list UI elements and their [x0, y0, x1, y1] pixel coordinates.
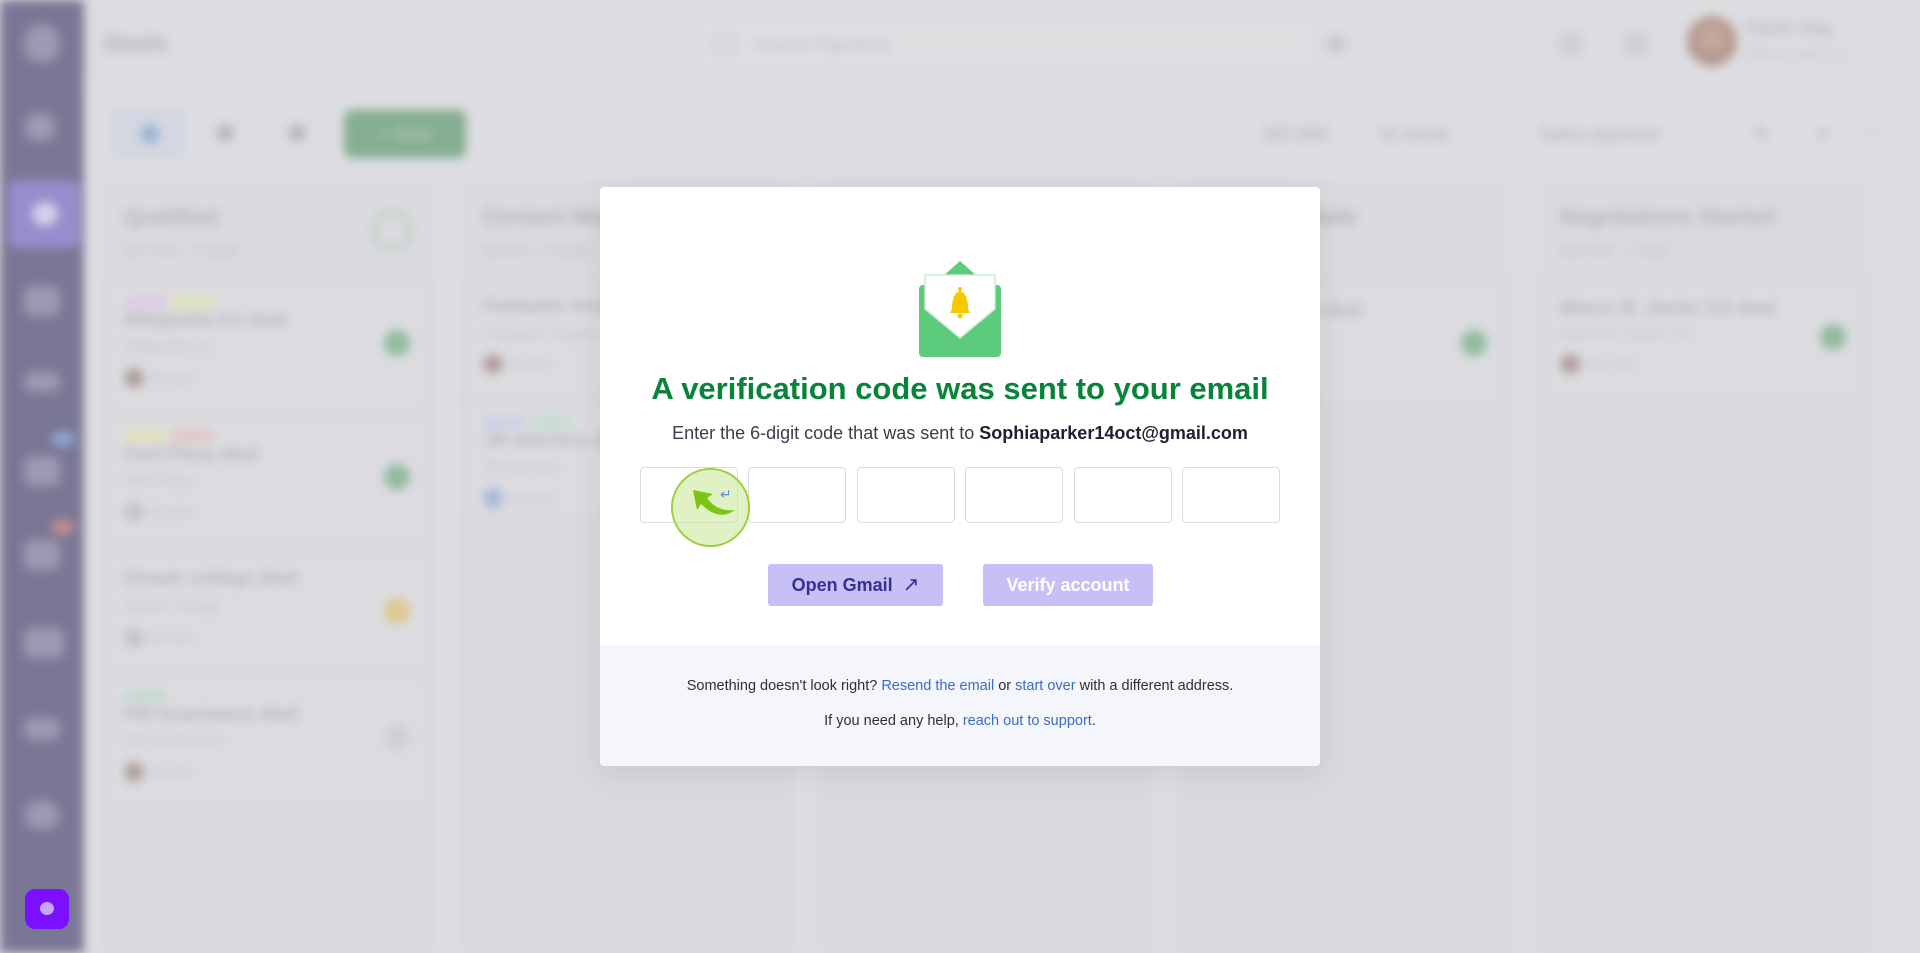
resend-email-link[interactable]: Resend the email	[881, 678, 994, 694]
code-digit-6-input[interactable]	[1181, 467, 1280, 523]
start-over-link[interactable]: start over	[1015, 678, 1075, 694]
code-digit-4-input[interactable]	[965, 467, 1064, 523]
modal-subtitle: Enter the 6-digit code that was sent to …	[600, 423, 1320, 444]
modal-actions: Open Gmail ↗ Verify account	[600, 564, 1320, 606]
footer-text: or	[998, 678, 1012, 694]
footer-line-1: Something doesn't look right? Resend the…	[600, 678, 1320, 694]
envelope-bell-icon	[900, 253, 1020, 368]
footer-text: .	[1091, 713, 1096, 729]
code-digit-2-input[interactable]	[748, 467, 847, 523]
footer-line-2: If you need any help, reach out to suppo…	[600, 713, 1320, 729]
enter-key-icon: ↵	[720, 486, 732, 502]
help-chat-widget[interactable]	[25, 889, 69, 929]
footer-text: with a different address.	[1079, 678, 1234, 694]
code-digit-5-input[interactable]	[1073, 467, 1172, 523]
recipient-email: Sophiaparker14oct@gmail.com	[979, 423, 1248, 443]
external-arrow-icon: ↗	[902, 574, 920, 596]
chat-icon	[40, 902, 54, 915]
open-gmail-label: Open Gmail	[791, 575, 893, 595]
verify-account-button[interactable]: Verify account	[983, 564, 1153, 606]
code-digit-3-input[interactable]	[856, 467, 955, 523]
footer-text: If you need any help,	[824, 713, 959, 729]
subtitle-text: Enter the 6-digit code that was sent to	[672, 423, 975, 443]
modal-footer: Something doesn't look right? Resend the…	[600, 645, 1320, 766]
click-indicator	[671, 468, 750, 547]
footer-text: Something doesn't look right?	[686, 678, 878, 694]
support-link[interactable]: reach out to support	[963, 713, 1092, 729]
open-gmail-button[interactable]: Open Gmail ↗	[768, 564, 943, 606]
modal-title: A verification code was sent to your ema…	[651, 371, 1269, 406]
